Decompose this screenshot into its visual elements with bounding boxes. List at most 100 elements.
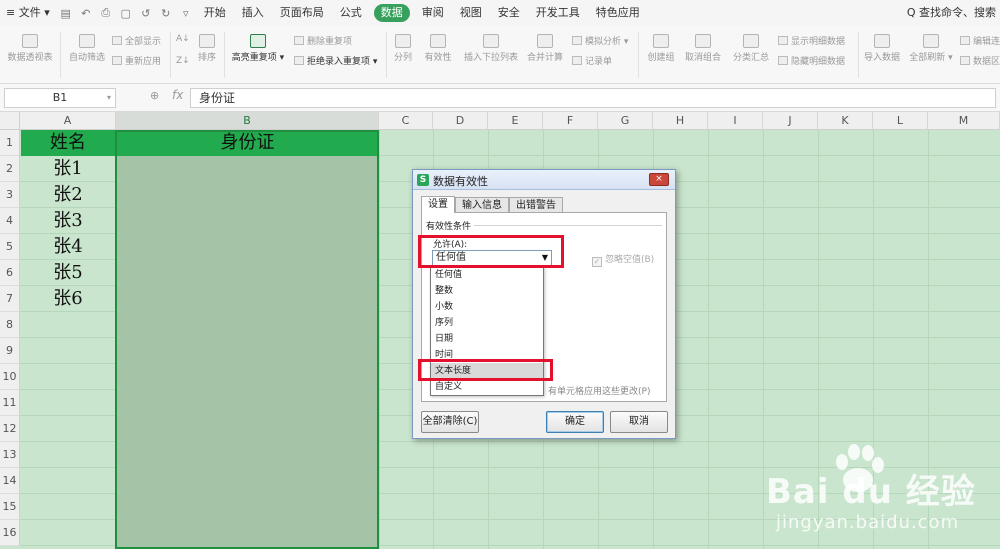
row-header-15[interactable]: 15 [0, 494, 20, 520]
reapply-button[interactable]: 重新应用 [112, 54, 161, 67]
row-header-16[interactable]: 16 [0, 520, 20, 546]
option-time[interactable]: 时间 [431, 347, 543, 363]
row-header-3[interactable]: 3 [0, 182, 20, 208]
chevron-down-icon[interactable]: ▾ [107, 89, 111, 107]
zoom-icon[interactable]: ⊕ [150, 89, 159, 102]
sort-asc-icon[interactable]: A↓ [176, 34, 190, 44]
tab-security[interactable]: 安全 [490, 0, 528, 26]
column-header-j[interactable]: J [763, 112, 818, 130]
option-text-length[interactable]: 文本长度 [431, 363, 543, 379]
print-icon[interactable]: ⎙ [96, 6, 116, 20]
option-whole-number[interactable]: 整数 [431, 283, 543, 299]
option-any-value[interactable]: 任何值 [431, 267, 543, 283]
tab-formula[interactable]: 公式 [332, 0, 370, 26]
record-form-button[interactable]: 记录单 [572, 54, 612, 67]
formula-input[interactable]: 身份证 [190, 88, 996, 108]
tab-error-alert[interactable]: 出错警告 [509, 197, 563, 213]
ungroup-button[interactable]: 取消组合 [682, 34, 724, 63]
column-header-l[interactable]: L [873, 112, 928, 130]
row-header-13[interactable]: 13 [0, 442, 20, 468]
consolidate-button[interactable]: 合并计算 [524, 34, 566, 63]
delete-duplicates-button[interactable]: 删除重复项 [294, 34, 352, 47]
row-header-5[interactable]: 5 [0, 234, 20, 260]
column-header-h[interactable]: H [653, 112, 708, 130]
tab-data[interactable]: 数据 [373, 4, 410, 22]
row-header-6[interactable]: 6 [0, 260, 20, 286]
row-header-9[interactable]: 9 [0, 338, 20, 364]
pivot-table-button[interactable]: 数据透视表 [4, 34, 56, 63]
row-header-2[interactable]: 2 [0, 156, 20, 182]
import-data-button[interactable]: 导入数据 [862, 34, 902, 63]
dialog-title-bar[interactable]: S 数据有效性 × [413, 170, 675, 190]
allow-select[interactable]: 任何值 ▼ [432, 250, 552, 266]
cell-a3[interactable]: 张2 [21, 182, 115, 208]
cell-a7[interactable]: 张6 [21, 286, 115, 312]
tab-start[interactable]: 开始 [196, 0, 234, 26]
option-decimal[interactable]: 小数 [431, 299, 543, 315]
column-header-c[interactable]: C [379, 112, 433, 130]
save-icon[interactable]: ▤ [56, 7, 76, 20]
show-detail-button[interactable]: 显示明细数据 [778, 34, 845, 47]
chevron-down-icon[interactable]: ▼ [542, 251, 548, 265]
fx-icon[interactable]: fx [172, 88, 183, 102]
insert-dropdown-button[interactable]: 插入下拉列表 [462, 34, 520, 63]
tab-review[interactable]: 审阅 [414, 0, 452, 26]
name-box[interactable]: B1 ▾ [4, 88, 116, 108]
preview-icon[interactable]: ▢ [116, 7, 136, 20]
cell-a4[interactable]: 张3 [21, 208, 115, 234]
cancel-button[interactable]: 取消 [610, 411, 668, 433]
tab-input-message[interactable]: 输入信息 [455, 197, 509, 213]
column-header-g[interactable]: G [598, 112, 653, 130]
row-header-4[interactable]: 4 [0, 208, 20, 234]
ok-button[interactable]: 确定 [546, 411, 604, 433]
tab-settings[interactable]: 设置 [421, 196, 455, 213]
cell-a2[interactable]: 张1 [21, 156, 115, 182]
column-header-e[interactable]: E [488, 112, 543, 130]
edit-links-button[interactable]: 编辑连 [960, 34, 1000, 47]
option-custom[interactable]: 自定义 [431, 379, 543, 395]
cell-a6[interactable]: 张5 [21, 260, 115, 286]
command-search[interactable]: Q 查找命令、搜索 [907, 0, 1000, 26]
column-header-a[interactable]: A [20, 112, 116, 130]
row-header-8[interactable]: 8 [0, 312, 20, 338]
apply-all-checkbox-label[interactable]: 有单元格应用这些更改(P) [548, 384, 650, 397]
cell-a5[interactable]: 张4 [21, 234, 115, 260]
column-header-d[interactable]: D [433, 112, 488, 130]
hide-detail-button[interactable]: 隐藏明细数据 [778, 54, 845, 67]
cell-b1[interactable]: 身份证 [117, 130, 378, 156]
row-header-10[interactable]: 10 [0, 364, 20, 390]
undo-history-icon[interactable]: ↶ [76, 7, 96, 20]
sort-button[interactable]: 排序 [194, 34, 220, 63]
row-header-14[interactable]: 14 [0, 468, 20, 494]
column-header-b[interactable]: B [116, 112, 379, 130]
validity-button[interactable]: 有效性 [420, 34, 456, 63]
row-header-12[interactable]: 12 [0, 416, 20, 442]
autofilter-button[interactable]: 自动筛选 [64, 34, 110, 63]
tab-view[interactable]: 视图 [452, 0, 490, 26]
option-list[interactable]: 序列 [431, 315, 543, 331]
column-header-k[interactable]: K [818, 112, 873, 130]
tab-developer[interactable]: 开发工具 [528, 0, 588, 26]
show-all-button[interactable]: 全部显示 [112, 34, 161, 47]
close-icon[interactable]: × [649, 173, 669, 186]
customize-icon[interactable]: ▿ [176, 7, 196, 20]
tab-page-layout[interactable]: 页面布局 [272, 0, 332, 26]
column-header-i[interactable]: I [708, 112, 763, 130]
column-header-f[interactable]: F [543, 112, 598, 130]
highlight-duplicates-button[interactable]: 高亮重复项 ▾ [228, 34, 288, 63]
column-header-m[interactable]: M [928, 112, 1000, 130]
undo-icon[interactable]: ↺ [136, 7, 156, 20]
row-header-11[interactable]: 11 [0, 390, 20, 416]
create-group-button[interactable]: 创建组 [644, 34, 678, 63]
redo-icon[interactable]: ↻ [156, 7, 176, 20]
ignore-blank-checkbox[interactable]: ✓ 忽略空值(B) [592, 252, 654, 267]
refresh-all-button[interactable]: 全部刷新 ▾ [908, 34, 954, 63]
tab-features[interactable]: 特色应用 [588, 0, 648, 26]
row-header-1[interactable]: 1 [0, 130, 20, 156]
what-if-button[interactable]: 模拟分析 ▾ [572, 34, 628, 47]
cell-a1[interactable]: 姓名 [21, 130, 115, 156]
subtotal-button[interactable]: 分类汇总 [730, 34, 772, 63]
split-column-button[interactable]: 分列 [390, 34, 416, 63]
reject-duplicates-button[interactable]: 拒绝录入重复项 ▾ [294, 54, 377, 67]
clear-all-button[interactable]: 全部清除(C) [421, 411, 479, 433]
